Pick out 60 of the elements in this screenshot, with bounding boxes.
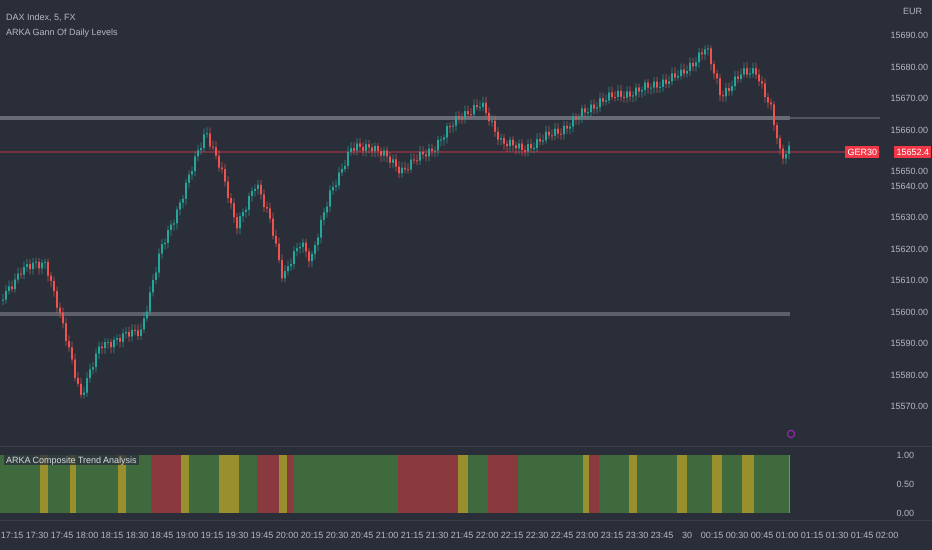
time-tick: 21:30 — [426, 530, 448, 540]
currency-label: EUR — [902, 6, 922, 16]
marker-icon[interactable] — [786, 430, 796, 438]
price-tick: 15650.00 — [890, 166, 928, 176]
time-tick: 23:45 — [650, 530, 674, 540]
price-tick: 15570.00 — [890, 401, 928, 411]
time-tick: 20:00 — [276, 530, 298, 540]
time-tick: 20:45 — [350, 530, 374, 540]
time-tick: 19:15 — [200, 530, 224, 540]
time-tick: 17:45 — [50, 530, 74, 540]
indicator-tick: 0.00 — [896, 508, 914, 518]
price-tick: 15690.00 — [890, 30, 928, 40]
time-tick: 18:45 — [150, 530, 174, 540]
price-tick: 15590.00 — [890, 338, 928, 348]
time-tick: 23:30 — [626, 530, 648, 540]
last-price-tag: 15652.4 — [894, 146, 931, 158]
time-tick: 00:30 — [726, 530, 748, 540]
time-tick: 23:15 — [600, 530, 624, 540]
time-tick: 19:00 — [176, 530, 198, 540]
time-tick: 22:30 — [526, 530, 548, 540]
time-tick: 01:45 — [850, 530, 874, 540]
price-tick: 15580.00 — [890, 370, 928, 380]
time-tick: 00:45 — [750, 530, 774, 540]
time-tick: 23:00 — [576, 530, 598, 540]
time-tick: 02:00 — [876, 530, 898, 540]
time-tick: 00:15 — [700, 530, 724, 540]
time-tick: 17:30 — [26, 530, 48, 540]
price-tick: 15680.00 — [890, 62, 928, 72]
time-tick: 21:45 — [450, 530, 474, 540]
time-tick: 20:30 — [326, 530, 348, 540]
price-tick: 15660.00 — [890, 124, 928, 134]
time-tick: 30 — [682, 530, 692, 540]
time-tick: 19:30 — [226, 530, 248, 540]
price-tick: 15670.00 — [890, 93, 928, 103]
time-tick: 01:30 — [826, 530, 848, 540]
time-tick: 21:00 — [376, 530, 398, 540]
price-tick: 15610.00 — [890, 275, 928, 285]
indicator-tick: 0.50 — [896, 479, 914, 489]
indicator-tick: 1.00 — [896, 450, 914, 460]
time-tick: 01:15 — [800, 530, 824, 540]
study-legend: ARKA Gann Of Daily Levels — [6, 25, 118, 40]
symbol-legend: DAX Index, 5, FX — [6, 10, 118, 25]
time-tick: 01:00 — [776, 530, 798, 540]
symbol-tag: GER30 — [845, 146, 879, 158]
time-tick: 22:00 — [476, 530, 498, 540]
time-tick: 21:15 — [400, 530, 424, 540]
trend-segment — [239, 455, 257, 513]
time-tick: 17:15 — [0, 530, 24, 540]
price-tick: 15630.00 — [890, 212, 928, 222]
time-tick: 19:45 — [250, 530, 274, 540]
time-tick: 18:00 — [76, 530, 98, 540]
price-tick: 15640.00 — [890, 180, 928, 190]
price-tick: 15620.00 — [890, 244, 928, 254]
time-tick: 22:45 — [550, 530, 574, 540]
indicator-title: ARKA Composite Trend Analysis — [4, 455, 139, 465]
time-tick: 22:15 — [500, 530, 524, 540]
time-tick: 18:30 — [126, 530, 148, 540]
price-tick: 15600.00 — [890, 306, 928, 316]
time-tick: 20:15 — [300, 530, 324, 540]
time-tick: 18:15 — [100, 530, 124, 540]
